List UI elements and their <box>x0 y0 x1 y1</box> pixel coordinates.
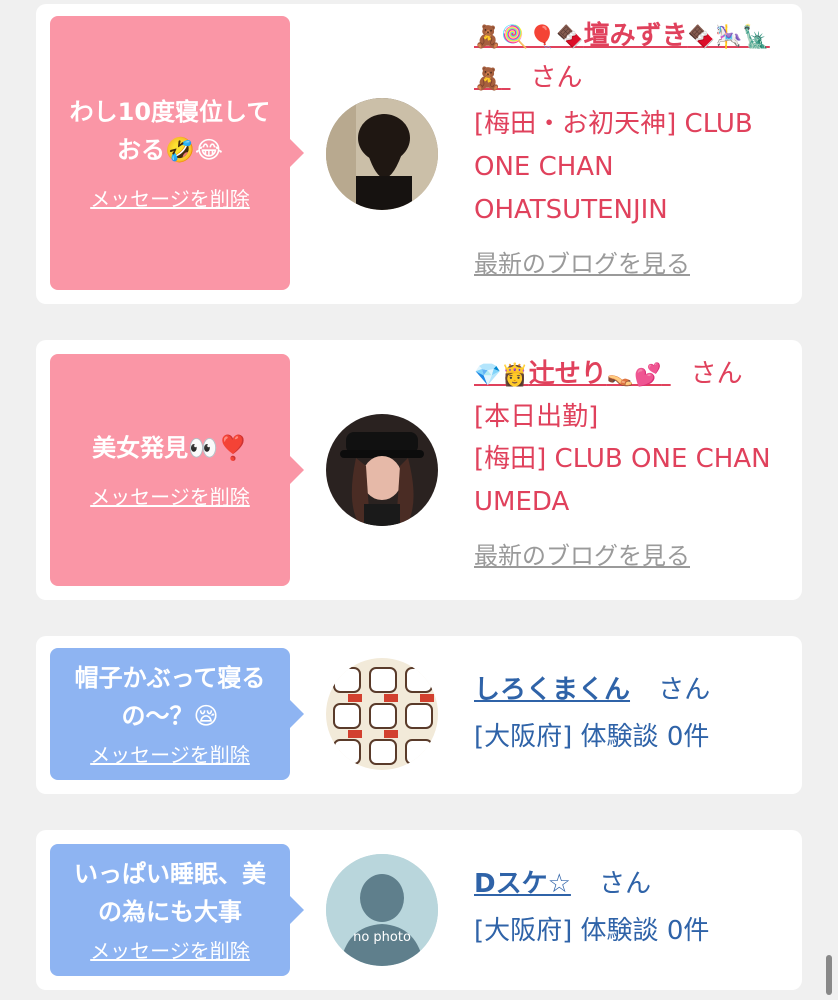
message-bubble: わし10度寝位しておる🤣😂 メッセージを削除 <box>50 16 304 290</box>
honorific: さん <box>658 675 711 705</box>
message-card: 帽子かぶって寝るの～？😪 メッセージを削除 しろくまくん さん [大阪府] 体験… <box>36 636 802 794</box>
sender-name-link[interactable]: 💎👸辻せり👡💕 <box>474 359 671 389</box>
latest-blog-link[interactable]: 最新のブログを見る <box>474 244 790 279</box>
message-bubble: いっぱい睡眠、美の為にも大事 メッセージを削除 <box>50 844 304 976</box>
message-bubble: 帽子かぶって寝るの～？😪 メッセージを削除 <box>50 648 304 780</box>
delete-message-link[interactable]: メッセージを削除 <box>90 739 250 768</box>
name-emoji-prefix: 💎👸 <box>474 363 529 388</box>
name-emoji-suffix: 👡💕 <box>606 363 662 388</box>
avatar[interactable] <box>326 414 438 526</box>
sender-detail: [大阪府] 体験談 0件 <box>474 721 710 752</box>
avatar[interactable] <box>326 658 438 770</box>
delete-message-link[interactable]: メッセージを削除 <box>90 935 250 964</box>
delete-message-link[interactable]: メッセージを削除 <box>90 481 250 510</box>
sender-info: Dスケ☆ さん [大阪府] 体験談 0件 <box>474 864 790 952</box>
sender-info: 🧸🍭🎈🍫壇みずき🍫🎠🗽🧸 さん [梅田・お初天神] CLUB ONE CHAN … <box>474 16 790 279</box>
sender-name: 辻せり <box>528 359 607 389</box>
message-text: 美女発見👀❣️ <box>92 433 248 462</box>
sender-info: しろくまくん さん [大阪府] 体験談 0件 <box>474 670 790 758</box>
scrollbar[interactable] <box>826 955 832 995</box>
sender-name: 壇みずき <box>583 21 688 51</box>
shop-name: [梅田] CLUB ONE CHAN UMEDA <box>474 444 771 518</box>
no-photo-silhouette-icon <box>326 854 438 966</box>
sender-info: 💎👸辻せり👡💕 さん [本日出勤] [梅田] CLUB ONE CHAN UME… <box>474 354 790 571</box>
honorific: さん <box>599 869 652 899</box>
avatar-photo-icon <box>326 414 438 526</box>
name-emoji-prefix: 🧸🍭🎈🍫 <box>474 25 584 50</box>
sender-name-link[interactable]: しろくまくん <box>474 675 630 705</box>
message-card: わし10度寝位しておる🤣😂 メッセージを削除 🧸🍭🎈🍫壇みずき🍫🎠🗽🧸 さん [… <box>36 4 802 304</box>
message-text: 帽子かぶって寝るの～？😪 <box>74 664 266 730</box>
avatar-bread-pattern-icon <box>326 658 438 770</box>
attendance-status: [本日出勤] <box>474 401 599 432</box>
delete-message-link[interactable]: メッセージを削除 <box>90 183 250 212</box>
avatar-photo-icon <box>326 98 438 210</box>
no-photo-label: no photo <box>353 930 411 945</box>
avatar[interactable] <box>326 98 438 210</box>
sender-detail: [大阪府] 体験談 0件 <box>474 915 710 946</box>
message-text: わし10度寝位しておる🤣😂 <box>69 98 271 164</box>
sender-name-link[interactable]: Dスケ☆ <box>474 869 571 899</box>
honorific: さん <box>690 359 743 389</box>
honorific: さん <box>530 62 583 93</box>
message-text: いっぱい睡眠、美の為にも大事 <box>74 860 266 926</box>
avatar[interactable]: no photo <box>326 854 438 966</box>
shop-name: [梅田・お初天神] CLUB ONE CHAN OHATSUTENJIN <box>474 109 753 225</box>
message-card: 美女発見👀❣️ メッセージを削除 💎👸辻せり👡💕 さん [本日出勤] [梅田] … <box>36 340 802 600</box>
sender-name-link[interactable]: 🧸🍭🎈🍫壇みずき🍫🎠🗽🧸 <box>474 21 770 93</box>
latest-blog-link[interactable]: 最新のブログを見る <box>474 536 790 571</box>
message-bubble: 美女発見👀❣️ メッセージを削除 <box>50 354 304 586</box>
message-card: いっぱい睡眠、美の為にも大事 メッセージを削除 no photo Dスケ☆ さん… <box>36 830 802 990</box>
